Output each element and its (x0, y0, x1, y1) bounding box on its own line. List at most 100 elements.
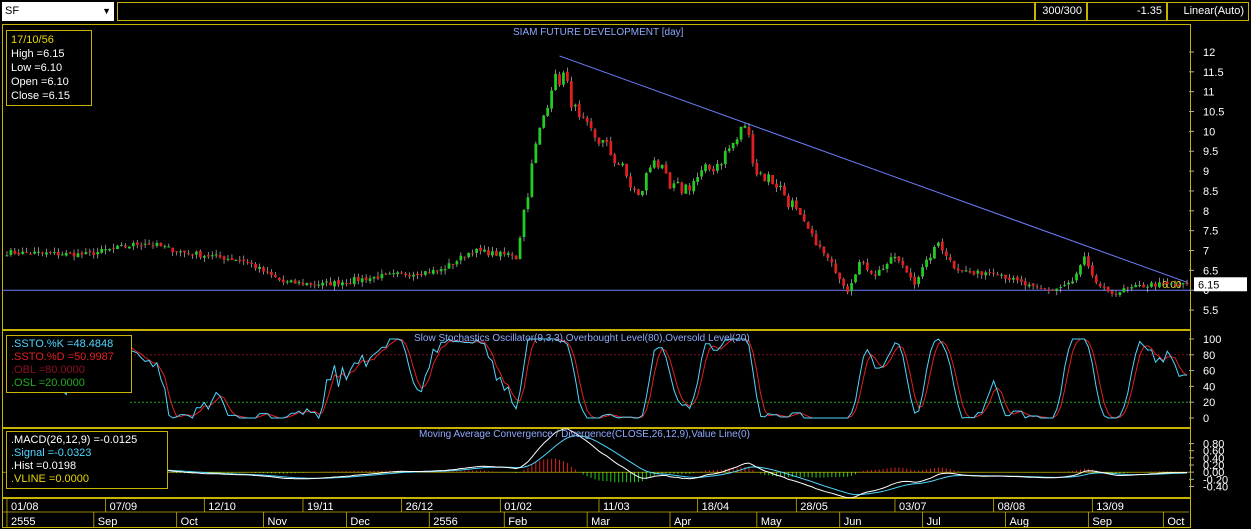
candle-body (577, 103, 581, 118)
candle-body (530, 163, 534, 197)
candle-body (1142, 284, 1145, 288)
candle-body (775, 183, 778, 188)
candle (656, 159, 660, 170)
candle-body (281, 279, 285, 283)
candle-body (1165, 282, 1169, 284)
candle-body (1181, 283, 1185, 285)
candle (735, 136, 739, 147)
candle (179, 249, 183, 257)
candle-body (862, 261, 865, 263)
candle (566, 67, 569, 83)
candle-body (522, 209, 526, 238)
candle-body (921, 267, 924, 277)
candle-body (747, 126, 751, 135)
candle (542, 114, 546, 129)
candle (68, 251, 72, 254)
candle (897, 256, 901, 264)
candle (550, 87, 553, 113)
candle-body (937, 242, 940, 247)
candle (321, 279, 325, 290)
candle (348, 278, 352, 285)
candle (889, 252, 893, 264)
price-tick-label: 6.5 (1203, 265, 1218, 277)
candle (715, 159, 719, 174)
candle (25, 247, 29, 254)
candle (1150, 280, 1153, 288)
candle (613, 152, 617, 167)
info-low: Low =6.10 (11, 62, 63, 74)
candle-body (108, 248, 111, 251)
candle-body (68, 252, 72, 254)
candle-body (254, 263, 257, 269)
stochastic-lines: 0 20 40 60 80 100 (6, 334, 1221, 425)
candle-body (929, 257, 932, 261)
candle (293, 278, 297, 284)
candle (455, 259, 459, 267)
candle (641, 190, 644, 197)
candle-body (80, 252, 84, 255)
candle-body (869, 270, 873, 274)
candle-body (948, 257, 952, 261)
candle-body (100, 248, 104, 253)
chart-canvas[interactable]: 5.566.577.588.599.51010.51111.5126.156.0… (0, 0, 1251, 529)
candle (877, 266, 881, 276)
candle-body (676, 181, 680, 184)
candle (1142, 282, 1145, 288)
candle-body (467, 252, 471, 258)
candle (159, 242, 163, 247)
candle-body (984, 272, 988, 276)
candle-body (451, 263, 455, 265)
legend-macd: .MACD(26,12,9) =-0.0125 (11, 434, 138, 446)
candle (123, 243, 127, 249)
candle-body (1011, 277, 1015, 280)
candle-body (925, 259, 928, 267)
candle (921, 263, 924, 279)
macd-title: Moving Average Convergence / Divergence(… (419, 429, 750, 440)
candle-body (885, 264, 889, 269)
candle (648, 164, 652, 173)
candle-body (155, 242, 159, 246)
candle (680, 181, 684, 196)
candle-body (933, 246, 936, 259)
candle-body (175, 251, 179, 253)
candle (226, 254, 230, 262)
candle-body (25, 252, 29, 254)
candle (76, 248, 80, 258)
candle-body (1154, 283, 1157, 287)
candle-body (222, 256, 226, 260)
candle (1114, 290, 1118, 298)
candle-body (1023, 281, 1027, 286)
candle-body (123, 245, 127, 248)
candle-body (384, 273, 388, 275)
candle (629, 172, 632, 192)
candle-body (29, 253, 33, 255)
candle-body (96, 252, 100, 255)
candle (869, 270, 873, 275)
candle-body (1035, 286, 1039, 288)
candle-body (376, 276, 380, 279)
candle-body (901, 260, 905, 266)
info-close: Close =6.15 (11, 90, 71, 102)
candle-body (751, 134, 755, 164)
candle (1023, 277, 1027, 290)
price-tick-label: 9.5 (1203, 146, 1218, 158)
candle (1122, 284, 1126, 293)
candle (1181, 282, 1185, 289)
date-axis (2, 498, 1191, 528)
candle-body (455, 261, 459, 265)
candle-body (652, 160, 656, 168)
candle (17, 248, 21, 257)
candle-body (309, 283, 313, 285)
candle (964, 265, 968, 272)
candle (1146, 284, 1149, 293)
candle-body (337, 280, 340, 285)
candle (502, 247, 506, 257)
candle (171, 247, 175, 257)
candle (1083, 252, 1086, 267)
candle-body (1185, 282, 1189, 285)
candle-body (672, 183, 676, 189)
candle-body (956, 268, 960, 271)
candle-body (1019, 279, 1023, 282)
candle (416, 271, 419, 280)
candle-body (159, 242, 163, 247)
